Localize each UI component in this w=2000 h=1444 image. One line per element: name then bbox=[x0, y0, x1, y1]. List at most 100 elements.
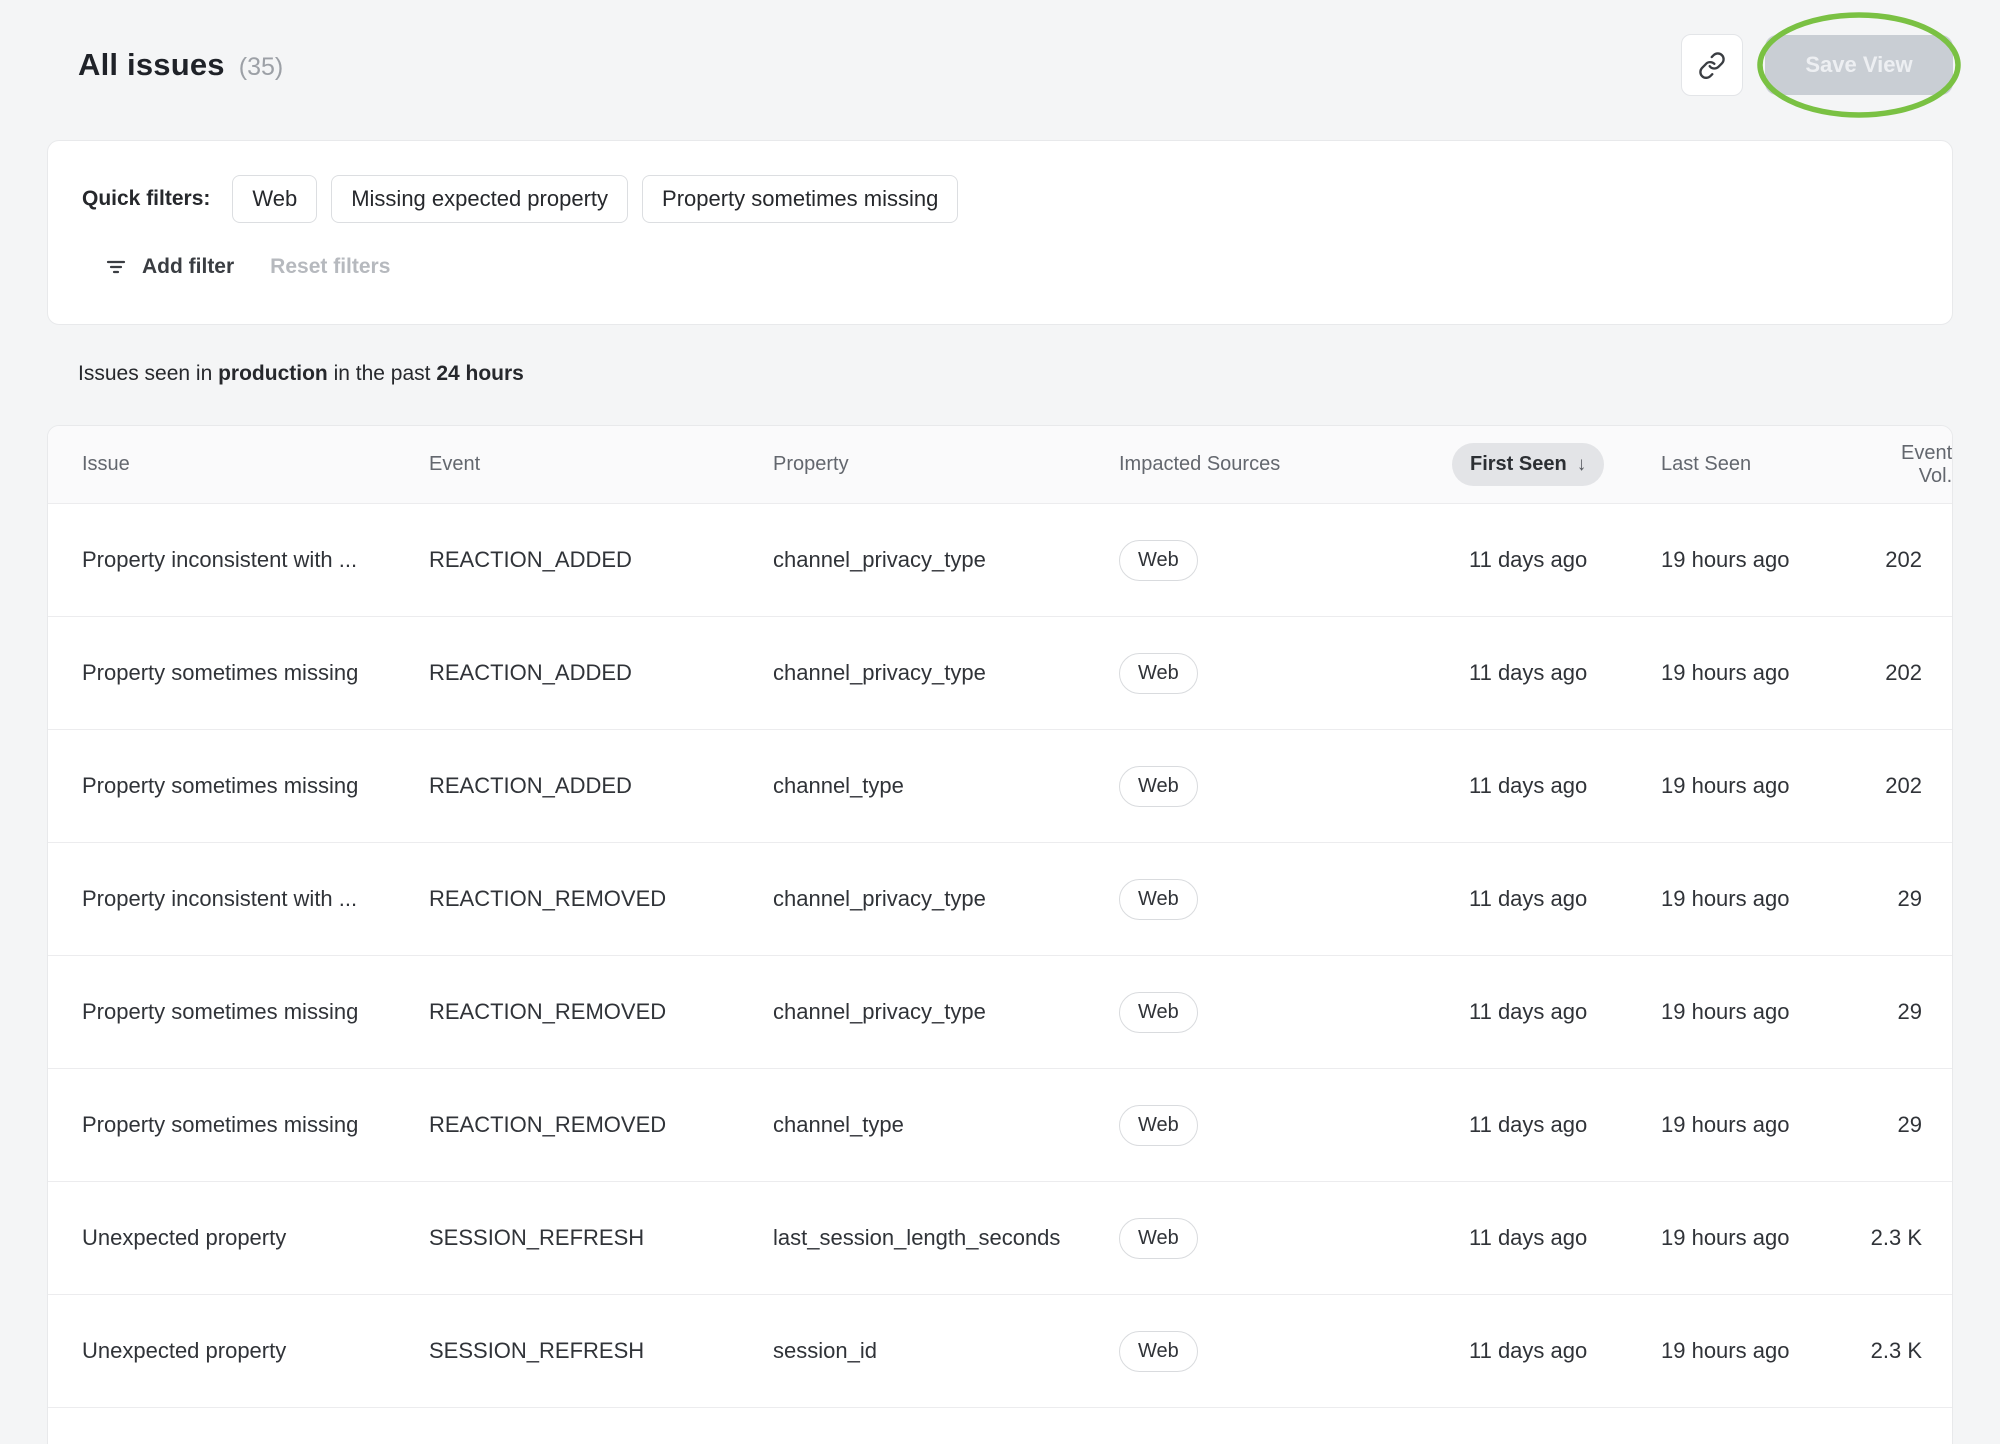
link-icon bbox=[1698, 51, 1726, 79]
event-volume-cell: 202 bbox=[1885, 773, 1922, 799]
quick-filter-chips: Web Missing expected property Property som… bbox=[232, 175, 958, 223]
event-cell: REACTION_REMOVED bbox=[429, 886, 773, 912]
column-header-issue: Issue bbox=[82, 453, 429, 476]
add-filter-button[interactable]: Add filter bbox=[104, 255, 234, 279]
impacted-sources-cell: Web bbox=[1119, 879, 1452, 920]
sort-desc-icon: ↓ bbox=[1577, 454, 1587, 476]
issue-cell: Property sometimes missing bbox=[82, 660, 429, 686]
last-seen-cell: 19 hours ago bbox=[1661, 773, 1901, 799]
property-cell: channel_privacy_type bbox=[773, 660, 1119, 686]
impacted-sources-cell: Web bbox=[1119, 653, 1452, 694]
quick-filter-chip[interactable]: Property sometimes missing bbox=[642, 175, 958, 223]
issue-cell: Property sometimes missing bbox=[82, 773, 429, 799]
top-actions: Save View bbox=[1681, 34, 1953, 96]
event-cell: SESSION_REFRESH bbox=[429, 1338, 773, 1364]
subtitle-env: production bbox=[218, 362, 328, 385]
property-cell: last_session_length_seconds bbox=[773, 1225, 1119, 1251]
impacted-sources-cell: Web bbox=[1119, 1331, 1452, 1372]
first-seen-cell: 11 days ago bbox=[1452, 1338, 1661, 1364]
first-seen-cell: 11 days ago bbox=[1452, 999, 1661, 1025]
impacted-sources-cell: Web bbox=[1119, 766, 1452, 807]
event-volume-cell: 2.3 K bbox=[1871, 1338, 1922, 1364]
filter-actions: Add filter Reset filters bbox=[82, 255, 1918, 279]
table-row[interactable]: Property inconsistent with ... REACTION_… bbox=[48, 843, 1952, 956]
event-volume-cell: 29 bbox=[1898, 886, 1922, 912]
event-cell: REACTION_ADDED bbox=[429, 660, 773, 686]
table-row[interactable]: Property sometimes missing REACTION_ADDE… bbox=[48, 730, 1952, 843]
event-cell: REACTION_ADDED bbox=[429, 547, 773, 573]
quick-filters-row: Quick filters: Web Missing expected prope… bbox=[82, 175, 1918, 223]
quick-filter-chip[interactable]: Web bbox=[232, 175, 317, 223]
issue-cell: Unexpected property bbox=[82, 1338, 429, 1364]
subtitle-middle: in the past bbox=[328, 362, 437, 385]
property-cell: channel_type bbox=[773, 773, 1119, 799]
table-row[interactable]: Property sometimes missing REACTION_ADDE… bbox=[48, 617, 1952, 730]
table-header: Issue Event Property Impacted Sources Fi… bbox=[48, 426, 1952, 504]
issue-cell: Property inconsistent with ... bbox=[82, 547, 429, 573]
title-wrap: All issues (35) bbox=[78, 47, 283, 83]
reset-filters-button[interactable]: Reset filters bbox=[270, 255, 390, 279]
first-seen-cell: 11 days ago bbox=[1452, 773, 1661, 799]
impacted-sources-cell: Web bbox=[1119, 1105, 1452, 1146]
source-badge: Web bbox=[1119, 1105, 1198, 1146]
first-seen-cell: 11 days ago bbox=[1452, 1225, 1661, 1251]
first-seen-cell: 11 days ago bbox=[1452, 660, 1661, 686]
copy-link-button[interactable] bbox=[1681, 34, 1743, 96]
last-seen-cell: 19 hours ago bbox=[1661, 1225, 1901, 1251]
impacted-sources-cell: Web bbox=[1119, 992, 1452, 1033]
filter-icon bbox=[104, 255, 128, 279]
property-cell: session_id bbox=[773, 1338, 1119, 1364]
last-seen-cell: 19 hours ago bbox=[1661, 660, 1901, 686]
event-volume-cell: 202 bbox=[1885, 547, 1922, 573]
table-row[interactable]: Property sometimes missing REACTION_REMO… bbox=[48, 1069, 1952, 1182]
last-seen-cell: 19 hours ago bbox=[1661, 1112, 1901, 1138]
table-row[interactable]: Property sometimes missing REACTION_REMO… bbox=[48, 956, 1952, 1069]
issue-count: (35) bbox=[239, 53, 283, 82]
first-seen-label: First Seen bbox=[1470, 453, 1567, 476]
table-row[interactable]: Property inconsistent with ... REACTION_… bbox=[48, 504, 1952, 617]
table-row[interactable]: Unexpected property SESSION_REFRESH last… bbox=[48, 1182, 1952, 1295]
column-header-event-vol: Event Vol. bbox=[1901, 442, 1952, 488]
issues-table: Issue Event Property Impacted Sources Fi… bbox=[47, 425, 1953, 1444]
event-volume-cell: 29 bbox=[1898, 1112, 1922, 1138]
column-header-first-seen: First Seen ↓ bbox=[1452, 443, 1661, 486]
top-bar: All issues (35) Save View bbox=[0, 0, 2000, 140]
table-row[interactable]: Unexpected property SESSION_REFRESH sess… bbox=[48, 1295, 1952, 1408]
source-badge: Web bbox=[1119, 992, 1198, 1033]
first-seen-sort-button[interactable]: First Seen ↓ bbox=[1452, 443, 1604, 486]
quick-filter-chip[interactable]: Missing expected property bbox=[331, 175, 628, 223]
source-badge: Web bbox=[1119, 1331, 1198, 1372]
last-seen-cell: 19 hours ago bbox=[1661, 999, 1901, 1025]
subtitle-prefix: Issues seen in bbox=[78, 362, 218, 385]
last-seen-cell: 19 hours ago bbox=[1661, 547, 1901, 573]
issue-cell: Unexpected property bbox=[82, 1225, 429, 1251]
scope-subtitle: Issues seen in production in the past 24… bbox=[78, 362, 1953, 386]
first-seen-cell: 11 days ago bbox=[1452, 886, 1661, 912]
issues-page: All issues (35) Save View Quick filters:… bbox=[0, 0, 2000, 1444]
property-cell: channel_type bbox=[773, 1112, 1119, 1138]
filters-panel: Quick filters: Web Missing expected prope… bbox=[47, 140, 1953, 325]
property-cell: channel_privacy_type bbox=[773, 886, 1119, 912]
save-view-wrap: Save View bbox=[1765, 35, 1953, 95]
issue-cell: Property sometimes missing bbox=[82, 1112, 429, 1138]
source-badge: Web bbox=[1119, 653, 1198, 694]
event-cell: REACTION_ADDED bbox=[429, 773, 773, 799]
quick-filters-label: Quick filters: bbox=[82, 187, 210, 211]
impacted-sources-cell: Web bbox=[1119, 1218, 1452, 1259]
add-filter-label: Add filter bbox=[142, 255, 234, 279]
impacted-sources-cell: Web bbox=[1119, 540, 1452, 581]
property-cell: channel_privacy_type bbox=[773, 999, 1119, 1025]
source-badge: Web bbox=[1119, 540, 1198, 581]
column-header-last-seen: Last Seen bbox=[1661, 453, 1901, 476]
source-badge: Web bbox=[1119, 1218, 1198, 1259]
event-volume-cell: 29 bbox=[1898, 999, 1922, 1025]
column-header-impacted-sources: Impacted Sources bbox=[1119, 453, 1452, 476]
event-cell: REACTION_REMOVED bbox=[429, 999, 773, 1025]
page-title: All issues bbox=[78, 47, 225, 83]
column-header-event: Event bbox=[429, 453, 773, 476]
source-badge: Web bbox=[1119, 879, 1198, 920]
partial-next-row bbox=[48, 1408, 1952, 1444]
table-body: Property inconsistent with ... REACTION_… bbox=[48, 504, 1952, 1408]
save-view-button[interactable]: Save View bbox=[1765, 35, 1953, 95]
issue-cell: Property inconsistent with ... bbox=[82, 886, 429, 912]
